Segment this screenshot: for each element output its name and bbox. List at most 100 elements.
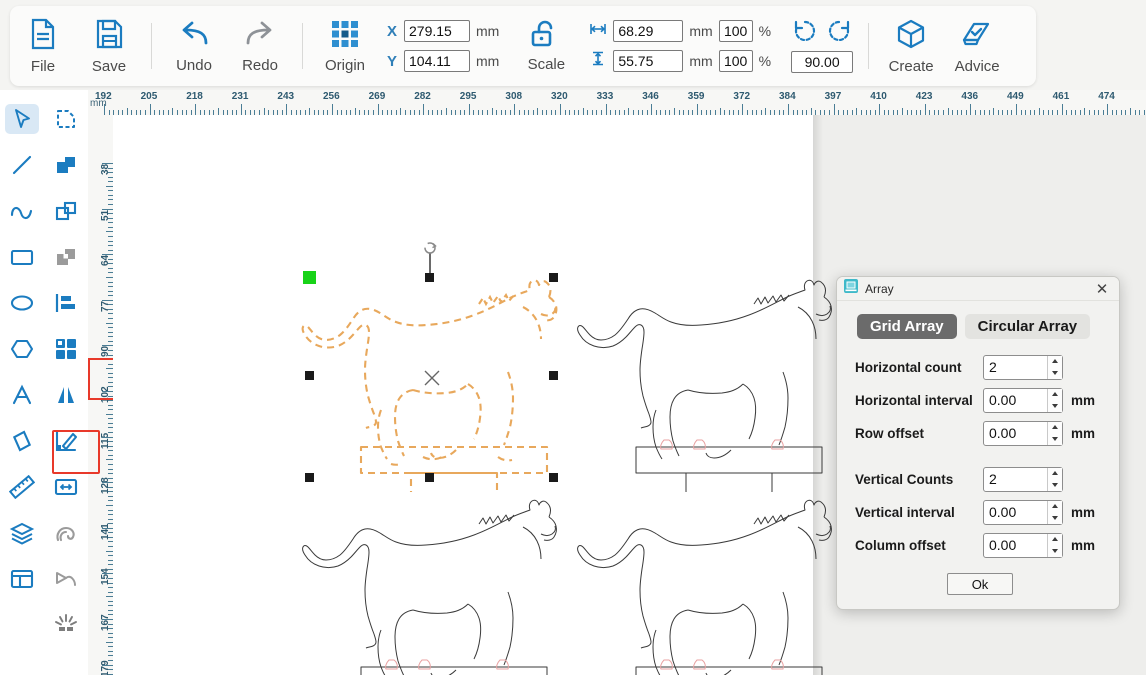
spin-up-icon[interactable] xyxy=(1048,389,1062,401)
layers-tool[interactable] xyxy=(0,510,44,556)
ellipse-tool[interactable] xyxy=(0,280,44,326)
select-arrow-tool[interactable] xyxy=(0,96,44,142)
mirror-tool[interactable] xyxy=(44,372,88,418)
vertical-counts-spin-buttons[interactable] xyxy=(1047,467,1062,491)
curve-tool[interactable] xyxy=(0,188,44,234)
tab-circular-array[interactable]: Circular Array xyxy=(964,314,1091,339)
handle-bottom-right[interactable] xyxy=(549,473,558,482)
vertical-interval-value[interactable]: 0.00 xyxy=(984,504,1016,520)
save-button[interactable]: Save xyxy=(76,6,142,86)
rectangle-tool[interactable] xyxy=(0,234,44,280)
bend-tool[interactable] xyxy=(44,556,88,602)
horizontal-interval-value[interactable]: 0.00 xyxy=(984,392,1016,408)
advice-button[interactable]: Advice xyxy=(944,6,1010,86)
handle-mid-left[interactable] xyxy=(305,371,314,380)
vertical-interval-spin-buttons[interactable] xyxy=(1047,500,1062,524)
horizontal-count-spin-buttons[interactable] xyxy=(1047,355,1062,379)
horse-silhouette-copy-bottom-left[interactable] xyxy=(293,482,568,675)
handle-bottom-left[interactable] xyxy=(305,473,314,482)
horizontal-count-value[interactable]: 2 xyxy=(984,359,997,375)
row-offset-value[interactable]: 0.00 xyxy=(984,425,1016,441)
h-ruler-tick xyxy=(993,108,995,115)
horizontal-ruler[interactable]: 192 205 218 231 243 256 269 282 295 308 320 333 346 3… xyxy=(88,90,1146,115)
tool-row-9 xyxy=(0,464,88,510)
create-button[interactable]: Create xyxy=(878,6,944,86)
array-dialog[interactable]: Array ✕ Grid Array Circular Array Horizo… xyxy=(836,276,1120,610)
array-tool[interactable] xyxy=(44,326,88,372)
spin-down-icon[interactable] xyxy=(1048,400,1062,412)
create-label: Create xyxy=(888,57,934,75)
undo-button[interactable]: Undo xyxy=(161,6,227,86)
layout-tool[interactable] xyxy=(0,556,44,602)
vertical-counts-value[interactable]: 2 xyxy=(984,471,997,487)
spin-up-icon[interactable] xyxy=(1048,501,1062,513)
eraser-tool[interactable] xyxy=(0,418,44,464)
emboss-tool[interactable] xyxy=(44,510,88,556)
field-row-offset: Row offset 0.00 mm xyxy=(855,419,1105,447)
y-position-input[interactable] xyxy=(404,50,470,72)
row-offset-spin-buttons[interactable] xyxy=(1047,421,1062,445)
subtract-tool[interactable] xyxy=(44,234,88,280)
rotate-counterclockwise-icon[interactable] xyxy=(793,19,817,48)
distribute-tool[interactable] xyxy=(44,464,88,510)
column-offset-stepper[interactable]: 0.00 xyxy=(983,532,1063,558)
file-button[interactable]: File xyxy=(10,6,76,86)
horizontal-count-stepper[interactable]: 2 xyxy=(983,354,1063,380)
h-ruler-tick xyxy=(491,108,493,115)
h-ruler-tick xyxy=(377,104,379,115)
spin-up-icon[interactable] xyxy=(1048,422,1062,434)
line-tool[interactable] xyxy=(0,142,44,188)
width-percent-input[interactable] xyxy=(718,20,753,42)
height-percent-input[interactable] xyxy=(718,50,753,72)
handle-bottom-center[interactable] xyxy=(425,473,434,482)
spin-down-icon[interactable] xyxy=(1048,433,1062,445)
spin-up-icon[interactable] xyxy=(1048,534,1062,546)
measure-angle-tool[interactable] xyxy=(44,418,88,464)
row-offset-stepper[interactable]: 0.00 xyxy=(983,420,1063,446)
polygon-tool[interactable] xyxy=(0,326,44,372)
ok-button[interactable]: Ok xyxy=(947,573,1013,595)
redo-label: Redo xyxy=(242,56,278,74)
height-input[interactable] xyxy=(613,50,684,72)
close-icon[interactable]: ✕ xyxy=(1091,279,1113,299)
dialog-title-bar[interactable]: Array ✕ xyxy=(837,277,1119,301)
align-tool[interactable] xyxy=(44,280,88,326)
position-fields: X mm Y mm xyxy=(386,6,499,86)
spin-down-icon[interactable] xyxy=(1048,512,1062,524)
rotate-handle-icon[interactable] xyxy=(419,242,441,278)
spin-up-icon[interactable] xyxy=(1048,356,1062,368)
text-tool[interactable] xyxy=(0,372,44,418)
horizontal-interval-stepper[interactable]: 0.00 xyxy=(983,387,1063,413)
width-input[interactable] xyxy=(613,20,684,42)
x-position-input[interactable] xyxy=(404,20,470,42)
rotation-input[interactable] xyxy=(791,51,854,73)
duplicate-tool[interactable] xyxy=(44,188,88,234)
spin-down-icon[interactable] xyxy=(1048,479,1062,491)
h-ruler-label: 474 xyxy=(1098,91,1115,102)
origin-button[interactable]: Origin xyxy=(312,6,378,86)
union-tool[interactable] xyxy=(44,142,88,188)
spin-up-icon[interactable] xyxy=(1048,468,1062,480)
column-offset-value[interactable]: 0.00 xyxy=(984,537,1016,553)
spin-down-icon[interactable] xyxy=(1048,545,1062,557)
scale-lock-button[interactable]: Scale xyxy=(515,6,577,86)
spin-down-icon[interactable] xyxy=(1048,367,1062,379)
v-ruler-tick xyxy=(102,573,113,575)
horizontal-interval-spin-buttons[interactable] xyxy=(1047,388,1062,412)
horse-silhouette-copy-top-right[interactable] xyxy=(568,262,843,492)
handle-top-right[interactable] xyxy=(549,273,558,282)
redo-button[interactable]: Redo xyxy=(227,6,293,86)
horse-silhouette-copy-bottom-right[interactable] xyxy=(568,482,843,675)
ruler-tool[interactable] xyxy=(0,464,44,510)
rotate-clockwise-icon[interactable] xyxy=(827,19,851,48)
tool-row-3 xyxy=(0,188,88,234)
column-offset-spin-buttons[interactable] xyxy=(1047,533,1062,557)
tab-grid-array[interactable]: Grid Array xyxy=(857,314,957,339)
node-edit-tool[interactable] xyxy=(44,96,88,142)
vertical-counts-stepper[interactable]: 2 xyxy=(983,466,1063,492)
vertical-interval-stepper[interactable]: 0.00 xyxy=(983,499,1063,525)
handle-mid-right[interactable] xyxy=(549,371,558,380)
engrave-tool[interactable] xyxy=(44,602,88,648)
origin-handle[interactable] xyxy=(303,271,316,284)
hexagon-icon xyxy=(10,339,34,359)
